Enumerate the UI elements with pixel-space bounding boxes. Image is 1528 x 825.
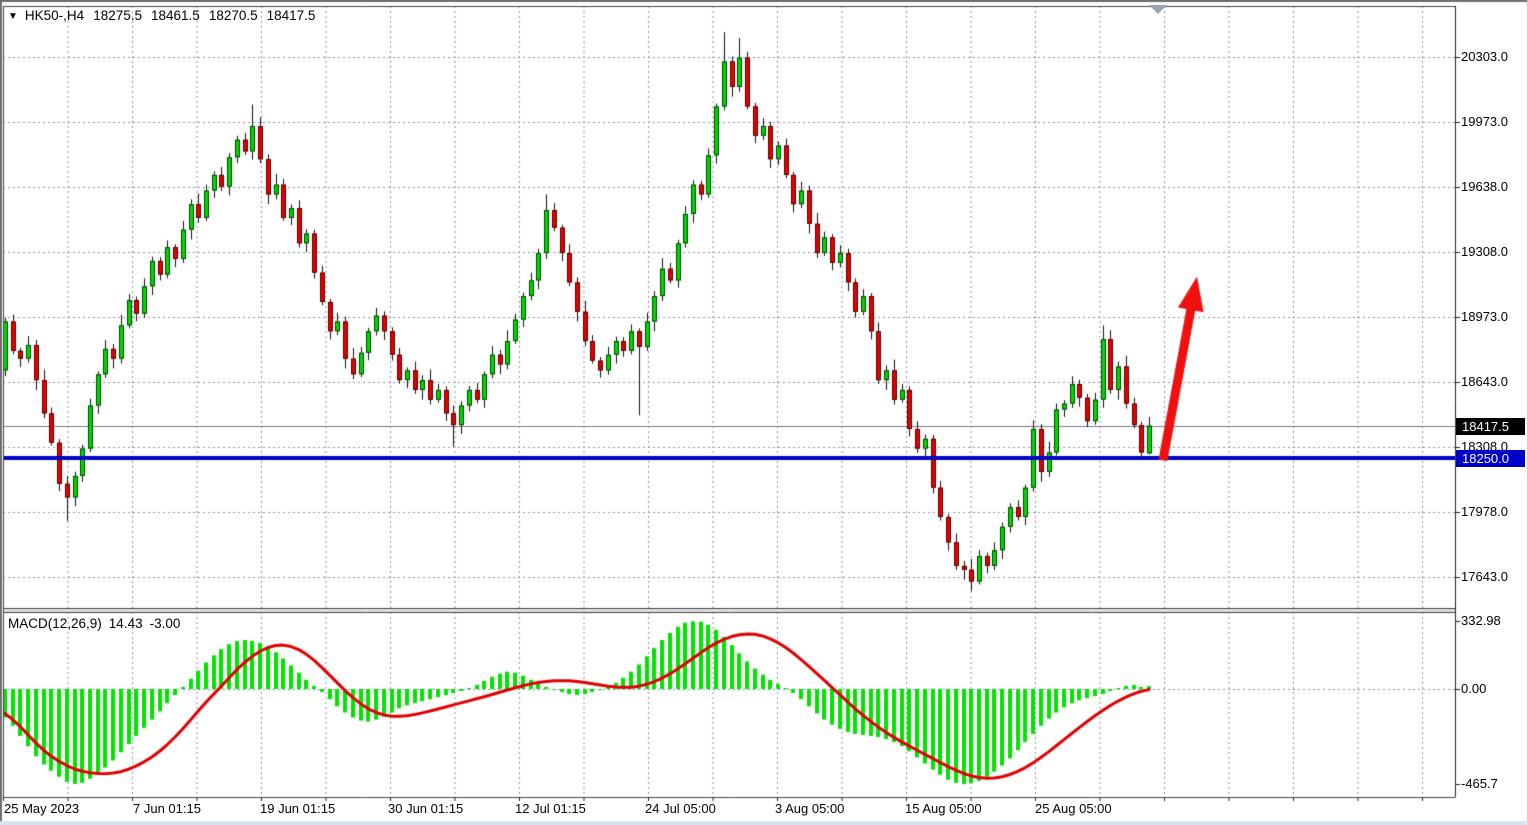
symbol-expand-icon[interactable]: ▼ [8,11,18,22]
low-value: 18270.5 [209,8,258,23]
current-price-tag: 18417.5 [1456,418,1525,435]
macd-main-value: 14.43 [109,616,143,631]
time-axis-label: 25 Aug 05:00 [1035,801,1112,816]
price-axis-label: 17643.0 [1461,569,1508,585]
time-axis-label: 24 Jul 05:00 [645,801,716,816]
ohlc-header: ▼ HK50-,H4 18275.5 18461.5 18270.5 18417.5 [8,8,315,23]
time-axis-label: 7 Jun 01:15 [133,801,201,816]
chart-canvas[interactable] [0,0,1528,825]
trading-chart-window: ▼ HK50-,H4 18275.5 18461.5 18270.5 18417.5 MA… [0,0,1528,825]
price-axis-label: 19638.0 [1461,179,1508,195]
high-value: 18461.5 [151,8,200,23]
price-axis-label: 20303.0 [1461,49,1508,65]
open-value: 18275.5 [93,8,142,23]
time-axis-label: 3 Aug 05:00 [775,801,844,816]
macd-header: MACD(12,26,9) 14.43 -3.00 [8,616,180,631]
price-axis-label: 18643.0 [1461,374,1508,390]
macd-label: MACD(12,26,9) [8,616,102,631]
macd-signal-value: -3.00 [150,616,181,631]
macd-axis-label: -465.7 [1461,776,1498,792]
macd-axis-label: 0.00 [1461,681,1486,697]
symbol-timeframe-label: HK50-,H4 [25,8,84,23]
time-axis[interactable] [0,797,1528,821]
time-axis-label: 30 Jun 01:15 [388,801,463,816]
hline-price-tag: 18250.0 [1456,450,1525,467]
price-axis-label: 19973.0 [1461,114,1508,130]
price-axis-label: 18973.0 [1461,309,1508,325]
time-axis-label: 15 Aug 05:00 [905,801,982,816]
chart-shift-marker-icon[interactable] [1149,5,1167,14]
time-axis-label: 19 Jun 01:15 [260,801,335,816]
time-axis-label: 12 Jul 01:15 [515,801,586,816]
time-axis-label: 25 May 2023 [4,801,79,816]
price-axis-label: 17978.0 [1461,504,1508,520]
macd-axis-label: 332.98 [1461,613,1501,629]
price-axis-label: 19308.0 [1461,244,1508,260]
close-value: 18417.5 [267,8,316,23]
